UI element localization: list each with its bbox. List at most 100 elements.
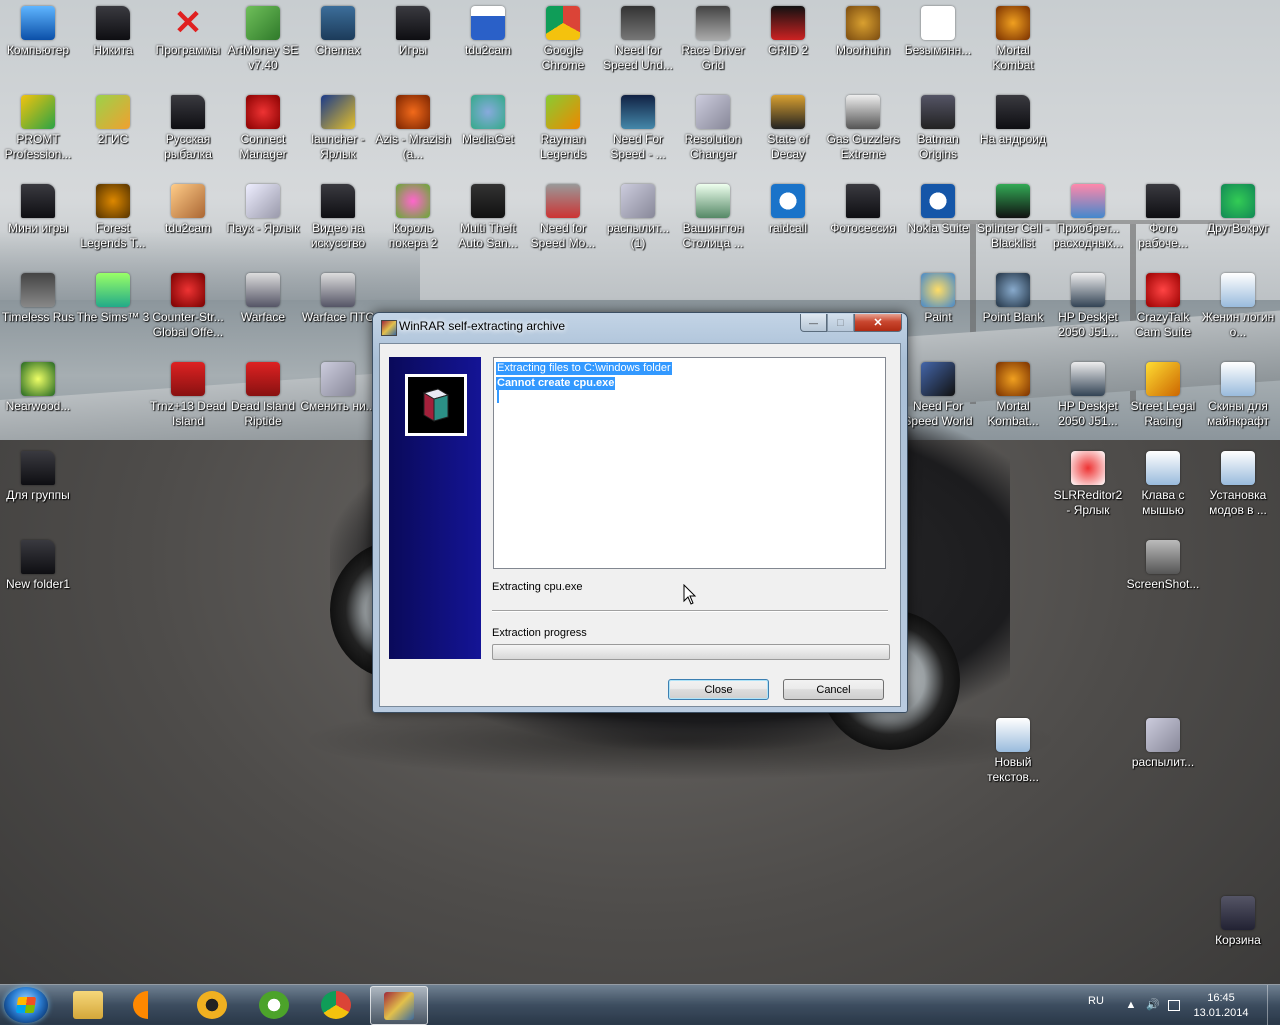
desktop-icon[interactable]: Игры	[375, 0, 451, 58]
close-button[interactable]: Close	[668, 679, 769, 700]
desktop-icon[interactable]: Paint	[900, 267, 976, 325]
desktop-icon[interactable]: Need For Speed World	[900, 356, 976, 429]
desktop-icon[interactable]: Паук - Ярлык	[225, 178, 301, 236]
desktop-icon[interactable]: Mortal Kombat	[975, 0, 1051, 73]
taskbar-explorer-button[interactable]	[60, 986, 116, 1023]
taskbar-chrome-button[interactable]	[308, 986, 364, 1023]
desktop-icon[interactable]: На андроид	[975, 89, 1051, 147]
desktop-icon[interactable]: распылит...	[1125, 712, 1201, 770]
desktop-icon[interactable]: MediaGet	[450, 89, 526, 147]
close-window-button[interactable]: ✕	[854, 314, 902, 332]
desktop-icon[interactable]: Race Driver Grid	[675, 0, 751, 73]
desktop-icon-label: tdu2cam	[164, 221, 212, 235]
desktop-icon[interactable]: Warface ПТС	[300, 267, 376, 325]
desktop-icon[interactable]: Counter-Str... Global Offe...	[150, 267, 226, 340]
launcher-icon	[321, 95, 355, 129]
desktop-icon[interactable]: HP Deskjet 2050 J51...	[1050, 356, 1126, 429]
desktop-icon[interactable]: Street Legal Racing	[1125, 356, 1201, 429]
language-indicator[interactable]: RU	[1088, 995, 1104, 1007]
desktop-icon-label: Скины для майнкрафт	[1207, 399, 1269, 428]
desktop-icon[interactable]: ДругВокруг	[1200, 178, 1276, 236]
desktop-icon[interactable]: tdu2cam	[150, 178, 226, 236]
desktop-icon-label: Корзина	[1215, 933, 1261, 947]
extraction-log[interactable]: Extracting files to C:\windows folder Ca…	[493, 357, 886, 569]
desktop-icon[interactable]: State of Decay	[750, 89, 826, 162]
desktop-icon[interactable]: Новый текстов...	[975, 712, 1051, 785]
desktop-icon[interactable]: New folder1	[0, 534, 76, 592]
minimize-button[interactable]: —	[800, 314, 827, 332]
desktop-icon[interactable]: Rayman Legends	[525, 89, 601, 162]
desktop-icon[interactable]: Multi Theft Auto San...	[450, 178, 526, 251]
desktop-icon[interactable]: Connect Manager	[225, 89, 301, 162]
desktop-icon[interactable]: Chemax	[300, 0, 376, 58]
desktop-icon[interactable]: Need for Speed Mo...	[525, 178, 601, 251]
taskbar-utorrent-button[interactable]	[246, 986, 302, 1023]
desktop-icon[interactable]: Azis - Mrazish (a...	[375, 89, 451, 162]
desktop-icon[interactable]: Batman Origins	[900, 89, 976, 162]
desktop-icon[interactable]: Установка модов в ...	[1200, 445, 1276, 518]
desktop-icon[interactable]: Moorhuhn	[825, 0, 901, 58]
desktop-icon[interactable]: Вашингтон Столица ...	[675, 178, 751, 251]
desktop-icon[interactable]: ✕ Программы	[150, 0, 226, 58]
desktop-icon[interactable]: Сменить ни...	[300, 356, 376, 414]
doc-blue-icon	[1221, 273, 1255, 307]
desktop-icon[interactable]: Need For Speed - ...	[600, 89, 676, 162]
desktop-icon[interactable]: Корзина	[1200, 890, 1276, 948]
clock[interactable]: 16:45 13.01.2014	[1188, 991, 1254, 1021]
desktop-icon[interactable]: Trnz+13 Dead Island	[150, 356, 226, 429]
show-desktop-button[interactable]	[1267, 985, 1280, 1025]
desktop-icon[interactable]: Фотосессия	[825, 178, 901, 236]
desktop-icon[interactable]: raidcall	[750, 178, 826, 236]
desktop-icon[interactable]: Приобрет... расходных...	[1050, 178, 1126, 251]
taskbar-vlc-button[interactable]	[120, 986, 176, 1023]
desktop-icon[interactable]: PROMT Profession...	[0, 89, 76, 162]
desktop-icon[interactable]: ScreenShot...	[1125, 534, 1201, 592]
winrar-icon	[384, 992, 414, 1020]
desktop-icon[interactable]: Клава с мышью	[1125, 445, 1201, 518]
desktop-icon[interactable]: tdu2cam	[450, 0, 526, 58]
desktop-icon[interactable]: Король покера 2	[375, 178, 451, 251]
desktop-icon[interactable]: Forest Legends T...	[75, 178, 151, 251]
desktop-icon[interactable]: Никита	[75, 0, 151, 58]
mk-icon	[996, 362, 1030, 396]
desktop-icon[interactable]: 2ГИС	[75, 89, 151, 147]
desktop-icon[interactable]: Скины для майнкрафт	[1200, 356, 1276, 429]
washington-icon	[696, 184, 730, 218]
volume-icon[interactable]: 🔊	[1146, 998, 1160, 1012]
desktop-icon[interactable]: The Sims™ 3	[75, 267, 151, 325]
desktop-icon[interactable]: Компьютер	[0, 0, 76, 58]
desktop-icon[interactable]: Dead Island Riptide	[225, 356, 301, 429]
desktop-icon[interactable]: Женин логин о...	[1200, 267, 1276, 340]
desktop-icon[interactable]: Мини игры	[0, 178, 76, 236]
cancel-button[interactable]: Cancel	[783, 679, 884, 700]
desktop-icon[interactable]: Point Blank	[975, 267, 1051, 325]
taskbar-winrar-button[interactable]	[370, 986, 428, 1025]
desktop-icon[interactable]: SLRReditor2 - Ярлык	[1050, 445, 1126, 518]
desktop-icon[interactable]: CrazyTalk Cam Suite	[1125, 267, 1201, 340]
show-hidden-icons-icon[interactable]: ▲	[1124, 998, 1138, 1012]
desktop-icon[interactable]: GRID 2	[750, 0, 826, 58]
desktop-icon[interactable]: Для группы	[0, 445, 76, 503]
desktop-icon[interactable]: Splinter Cell - Blacklist	[975, 178, 1051, 251]
network-icon[interactable]	[1168, 1000, 1180, 1011]
desktop-icon[interactable]: Resolution Changer	[675, 89, 751, 162]
desktop-icon[interactable]: launcher - Ярлык	[300, 89, 376, 162]
desktop-icon[interactable]: Безымянн...	[900, 0, 976, 58]
start-button[interactable]	[4, 987, 48, 1023]
desktop-icon[interactable]: Need for Speed Und...	[600, 0, 676, 73]
desktop-icon[interactable]: Nokia Suite	[900, 178, 976, 236]
desktop-icon[interactable]: Видео на искусство	[300, 178, 376, 251]
taskbar-daemon-tools-button[interactable]	[184, 986, 240, 1023]
desktop-icon[interactable]: Timeless Rus	[0, 267, 76, 325]
desktop-icon[interactable]: Google Chrome	[525, 0, 601, 73]
desktop-icon[interactable]: Русская рыбалка	[150, 89, 226, 162]
desktop-icon[interactable]: Фото рабоче...	[1125, 178, 1201, 251]
desktop-icon[interactable]: Nearwood...	[0, 356, 76, 414]
desktop-icon[interactable]: Warface	[225, 267, 301, 325]
desktop-icon[interactable]: Gas Guzzlers Extreme	[825, 89, 901, 162]
desktop-icon-label: Google Chrome	[541, 43, 585, 72]
desktop-icon[interactable]: распылит... (1)	[600, 178, 676, 251]
desktop-icon[interactable]: ArtMoney SE v7.40	[225, 0, 301, 73]
desktop-icon[interactable]: HP Deskjet 2050 J51...	[1050, 267, 1126, 340]
desktop-icon[interactable]: Mortal Kombat...	[975, 356, 1051, 429]
